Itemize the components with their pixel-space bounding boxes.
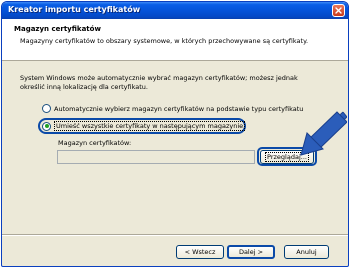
window-title: Kreator importu certyfikatów (8, 5, 141, 14)
title-bar: Kreator importu certyfikatów (2, 2, 348, 19)
radio-option-manual[interactable]: Umieść wszystkie certyfikaty w następują… (42, 121, 246, 131)
page-title: Magazyn certyfikatów (14, 25, 101, 33)
radio-manual[interactable] (42, 121, 51, 131)
pointer-arrow-icon (299, 111, 347, 156)
close-icon (335, 7, 342, 14)
footer-divider (2, 234, 348, 236)
intro-line-2: określić inną lokalizację dla certyfikat… (20, 83, 148, 91)
page-description: Magazyny certyfikatów to obszary systemo… (20, 37, 309, 45)
radio-option-auto[interactable]: Automatycznie wybierz magazyn certyfikat… (42, 104, 303, 113)
intro-line-1: System Windows może automatycznie wybrać… (20, 74, 298, 82)
next-button[interactable]: Dalej > (227, 245, 275, 259)
radio-auto-label: Automatycznie wybierz magazyn certyfikat… (54, 104, 304, 113)
cancel-button[interactable]: Anuluj (284, 245, 329, 259)
close-button[interactable] (332, 4, 345, 17)
back-button[interactable]: < Wstecz (176, 245, 224, 259)
store-label: Magazyn certyfikatów: (58, 139, 132, 147)
radio-manual-label: Umieść wszystkie certyfikaty w następują… (54, 121, 246, 131)
wizard-header: Magazyn certyfikatów Magazyny certyfikat… (2, 19, 348, 61)
intro-text: System Windows może automatycznie wybrać… (20, 74, 320, 92)
store-input[interactable] (57, 150, 255, 164)
import-wizard-window: Kreator importu certyfikatów Magazyn cer… (1, 1, 349, 267)
radio-auto[interactable] (42, 104, 51, 113)
radio-selected-dot (44, 124, 49, 128)
